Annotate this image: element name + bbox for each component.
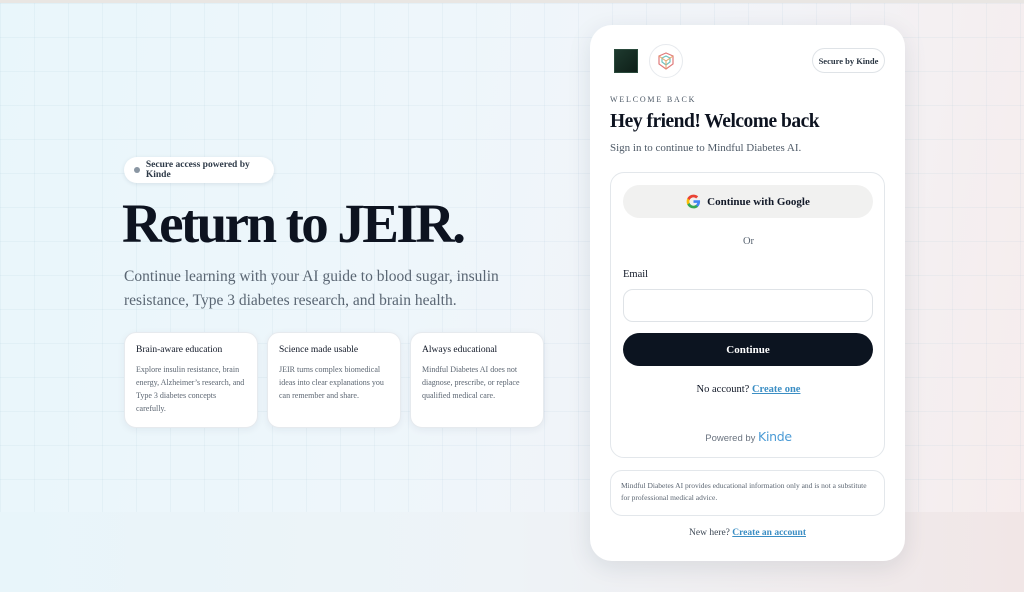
continue-button[interactable]: Continue xyxy=(623,333,873,366)
feature-card-title: Brain-aware education xyxy=(136,345,223,355)
hero-subtitle: Continue learning with your AI guide to … xyxy=(124,268,499,309)
feature-card-body: Explore insulin resistance, brain energy… xyxy=(136,365,245,413)
dark-square-logo-icon xyxy=(614,49,638,73)
secure-access-badge: Secure access powered by Kinde xyxy=(124,157,274,183)
powered-by-label: Powered by xyxy=(705,433,756,444)
feature-card-title: Science made usable xyxy=(279,345,359,355)
new-here-text: New here? xyxy=(689,528,730,538)
login-panel: Secure by Kinde WELCOME BACK Hey friend!… xyxy=(590,25,905,561)
or-divider: Or xyxy=(742,236,755,247)
feature-card-educational: Always educational Mindful Diabetes AI d… xyxy=(410,332,544,428)
email-field[interactable] xyxy=(623,289,873,322)
feature-card-body: JEIR turns complex biomedical ideas into… xyxy=(279,365,384,400)
email-label: Email xyxy=(623,269,649,280)
continue-with-google-label: Continue with Google xyxy=(707,195,810,208)
create-account-link[interactable]: Create an account xyxy=(732,528,806,538)
geometric-brain-logo-icon xyxy=(649,44,683,78)
hero-title: Return to JEIR. xyxy=(122,193,466,254)
panel-title: Hey friend! Welcome back xyxy=(610,111,820,132)
continue-with-google-button[interactable]: Continue with Google xyxy=(623,185,873,218)
panel-subtitle: Sign in to continue to Mindful Diabetes … xyxy=(610,142,802,154)
new-here-row: New here? Create an account xyxy=(590,528,905,538)
feature-card-title: Always educational xyxy=(422,345,498,355)
no-account-text: No account? xyxy=(696,384,750,395)
medical-disclaimer: Mindful Diabetes AI provides educational… xyxy=(610,470,885,516)
no-account-row: No account? Create one xyxy=(611,384,886,395)
feature-card-brain-aware: Brain-aware education Explore insulin re… xyxy=(124,332,258,428)
kinde-logo: Kinde xyxy=(758,429,792,444)
google-g-icon xyxy=(686,194,701,209)
feature-card-body: Mindful Diabetes AI does not diagnose, p… xyxy=(422,365,520,400)
status-dot-icon xyxy=(134,167,140,173)
eyebrow-label: WELCOME BACK xyxy=(610,95,697,104)
create-one-link[interactable]: Create one xyxy=(752,384,801,395)
powered-by-kinde: Powered by Kinde xyxy=(611,429,886,444)
feature-card-science: Science made usable JEIR turns complex b… xyxy=(267,332,401,428)
secure-by-kinde-button[interactable]: Secure by Kinde xyxy=(812,48,885,73)
auth-form: Continue with Google Or Email Continue N… xyxy=(610,172,885,458)
secure-access-badge-label: Secure access powered by Kinde xyxy=(145,160,250,180)
